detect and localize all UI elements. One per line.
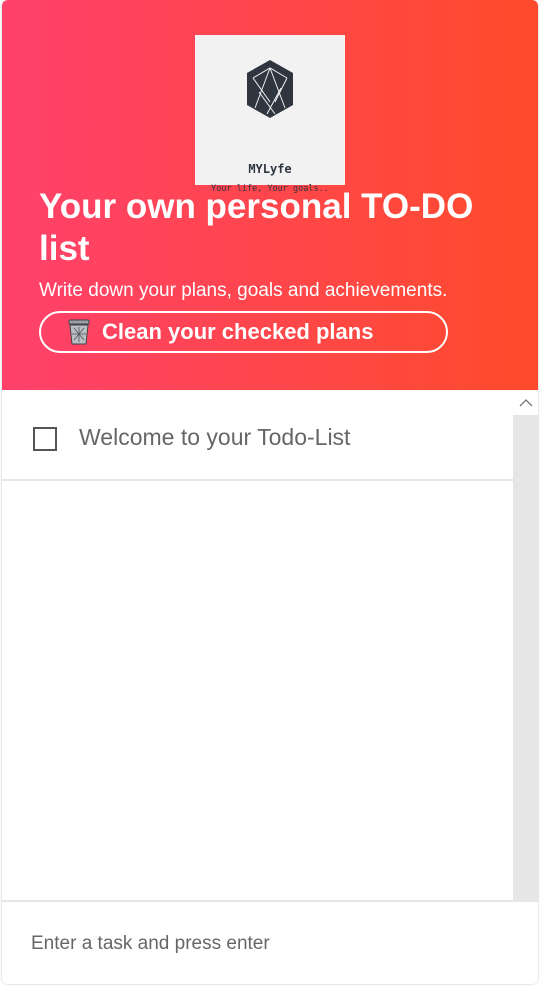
list-item[interactable]: Welcome to your Todo-List	[2, 390, 513, 481]
scroll-up-button[interactable]	[513, 390, 538, 415]
trash-can-icon	[68, 319, 90, 345]
clean-checked-label: Clean your checked plans	[102, 319, 374, 344]
page-subtitle: Write down your plans, goals and achieve…	[39, 280, 448, 301]
page-title: Your own personal TO-DO list	[39, 187, 474, 268]
clean-checked-button[interactable]: Clean your checked plans	[39, 311, 448, 353]
todo-app-card: MYLyfe Your life, Your goals.. Your own …	[2, 0, 538, 984]
task-input-bar	[2, 900, 538, 984]
header: MYLyfe Your life, Your goals.. Your own …	[2, 0, 538, 390]
todo-list: Welcome to your Todo-List	[2, 390, 513, 900]
todo-text: Welcome to your Todo-List	[79, 424, 351, 450]
chevron-up-icon	[519, 398, 532, 406]
todo-checkbox[interactable]	[33, 427, 57, 451]
scrollbar[interactable]	[513, 390, 538, 900]
task-input[interactable]	[31, 924, 511, 964]
logo: MYLyfe Your life, Your goals..	[195, 35, 345, 194]
hexagon-logo-icon	[247, 60, 293, 118]
logo-name: MYLyfe	[248, 162, 292, 176]
